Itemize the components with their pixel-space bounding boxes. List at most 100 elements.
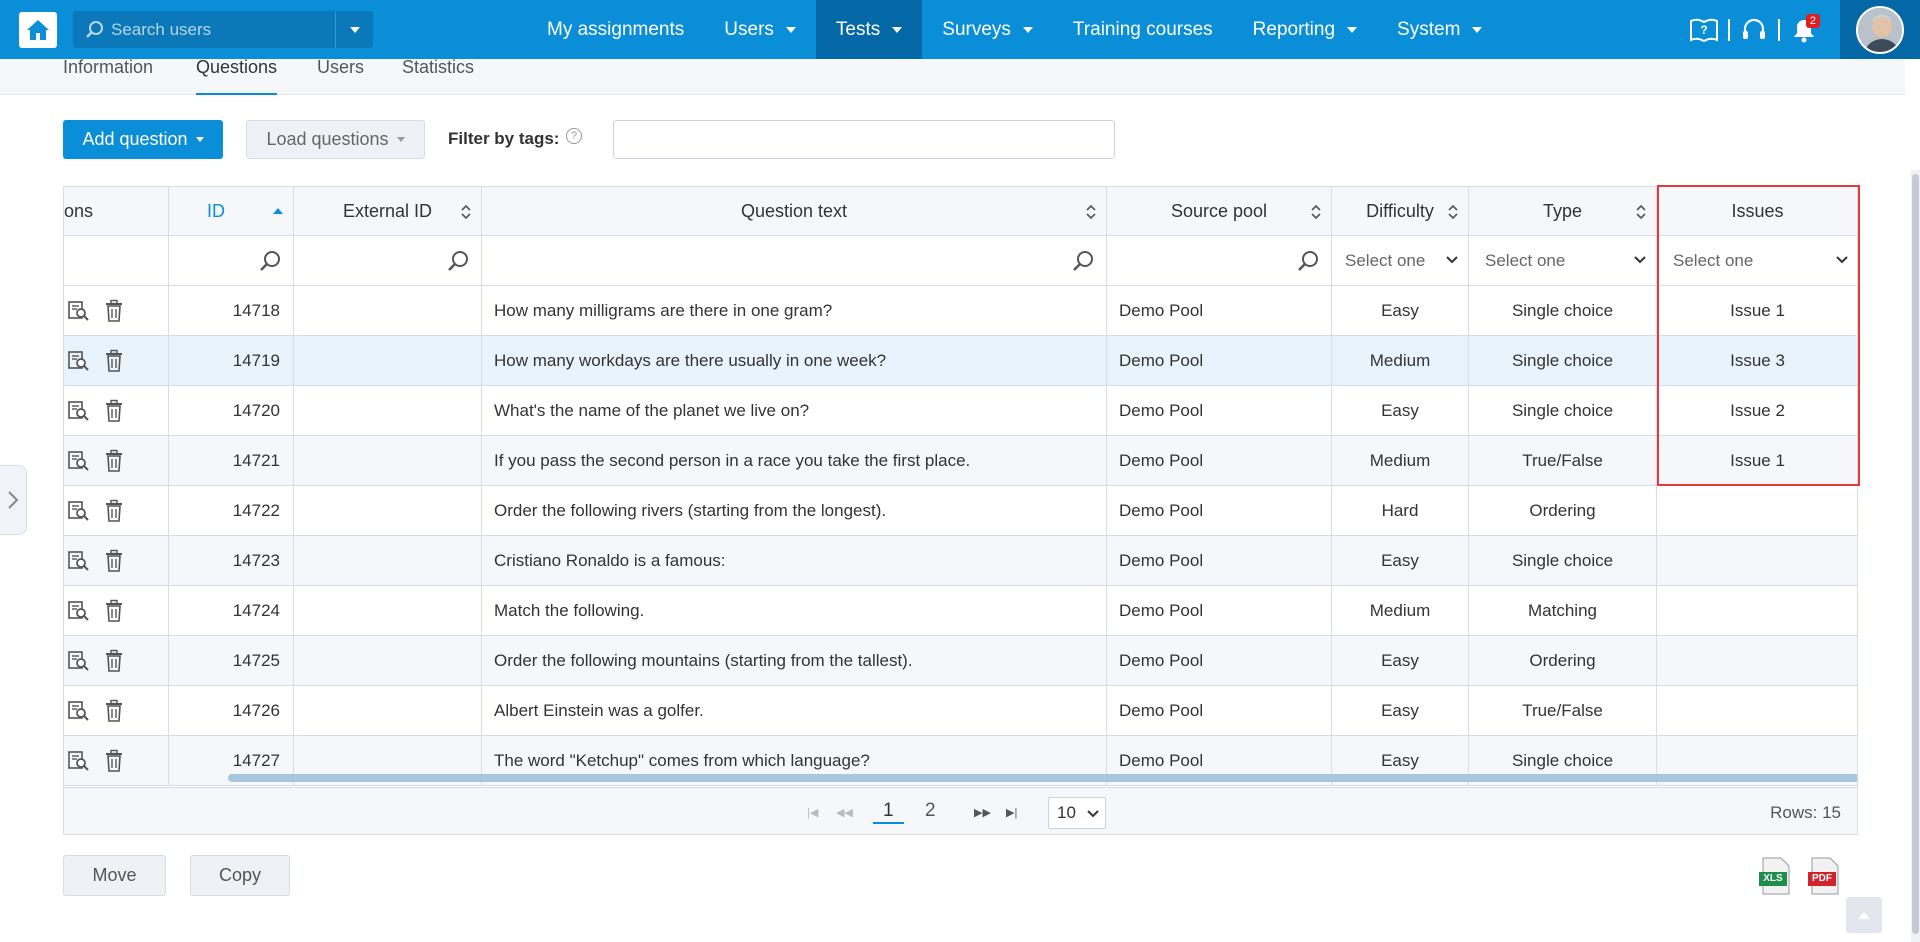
help-manual-button[interactable]: ? — [1686, 12, 1722, 48]
divider — [1728, 18, 1730, 41]
column-header-id[interactable]: ID — [169, 187, 294, 236]
column-header-question-text[interactable]: Question text — [482, 187, 1107, 236]
delete-icon[interactable] — [102, 299, 126, 323]
search-input[interactable] — [111, 19, 321, 40]
nav-item-my-assignments[interactable]: My assignments — [527, 0, 704, 59]
select-value: Select one — [1345, 251, 1426, 270]
profile-menu[interactable] — [1840, 0, 1920, 59]
delete-icon[interactable] — [102, 399, 126, 423]
cell-type: Single choice — [1469, 336, 1657, 386]
column-header-type[interactable]: Type — [1469, 187, 1657, 236]
copy-button[interactable]: Copy — [190, 855, 290, 896]
cell-source-pool: Demo Pool — [1107, 336, 1332, 386]
page-2[interactable]: 2 — [925, 800, 936, 822]
cell-id: 14725 — [169, 636, 294, 686]
nav-item-training-courses[interactable]: Training courses — [1053, 0, 1233, 59]
cell-external-id — [294, 336, 482, 386]
export-pdf-button[interactable]: PDF — [1806, 856, 1842, 896]
export-xls-button[interactable]: XLS — [1757, 856, 1793, 896]
preview-icon[interactable] — [66, 699, 90, 723]
column-header-source-pool[interactable]: Source pool — [1107, 187, 1332, 236]
page-size-select[interactable]: 10 — [1048, 797, 1106, 829]
sort-ascending-icon — [273, 208, 283, 214]
avatar — [1856, 5, 1904, 54]
nav-item-label: System — [1397, 18, 1461, 40]
home-button[interactable] — [19, 12, 57, 48]
tab-statistics[interactable]: Statistics — [402, 58, 474, 95]
table-row[interactable]: 14720 What's the name of the planet we li… — [64, 386, 1857, 436]
preview-icon[interactable] — [66, 299, 90, 323]
tags-filter-input[interactable] — [613, 120, 1115, 159]
table-row[interactable]: 14722 Order the following rivers (startin… — [64, 486, 1857, 536]
horizontal-scrollbar[interactable] — [228, 774, 1857, 782]
questions-table: ons ID External ID Question text Source … — [63, 186, 1858, 835]
nav-item-surveys[interactable]: Surveys — [922, 0, 1053, 59]
next-page-icon[interactable]: ▶▶ — [974, 806, 991, 819]
move-button[interactable]: Move — [63, 855, 166, 896]
support-button[interactable] — [1736, 12, 1772, 48]
tab-questions[interactable]: Questions — [196, 58, 278, 95]
filter-id[interactable] — [169, 236, 294, 286]
delete-icon[interactable] — [102, 699, 126, 723]
load-questions-button[interactable]: Load questions — [246, 120, 425, 159]
column-header-external-id[interactable]: External ID — [294, 187, 482, 236]
delete-icon[interactable] — [102, 449, 126, 473]
column-header-difficulty[interactable]: Difficulty — [1332, 187, 1469, 236]
nav-item-tests[interactable]: Tests — [815, 0, 923, 59]
preview-icon[interactable] — [66, 749, 90, 773]
filter-by-tags-label: Filter by tags: — [448, 129, 560, 148]
preview-icon[interactable] — [66, 399, 90, 423]
table-row[interactable]: 14723 Cristiano Ronaldo is a famous: Demo … — [64, 536, 1857, 586]
first-page-icon[interactable]: |◀ — [807, 806, 818, 819]
preview-icon[interactable] — [66, 599, 90, 623]
cell-difficulty: Easy — [1332, 536, 1469, 586]
delete-icon[interactable] — [102, 749, 126, 773]
search-dropdown-button[interactable] — [335, 11, 373, 48]
delete-icon[interactable] — [102, 349, 126, 373]
previous-page-icon[interactable]: ◀◀ — [836, 806, 853, 819]
filter-external-id[interactable] — [294, 236, 482, 286]
scroll-to-top-button[interactable] — [1846, 897, 1882, 933]
table-row[interactable]: 14725 Order the following mountains (star… — [64, 636, 1857, 686]
help-icon[interactable]: ? — [566, 128, 582, 144]
nav-item-system[interactable]: System — [1377, 0, 1502, 59]
table-row[interactable]: 14718 How many milligrams are there in on… — [64, 286, 1857, 336]
preview-icon[interactable] — [66, 549, 90, 573]
last-page-icon[interactable]: ▶| — [1006, 806, 1017, 819]
cell-issues — [1657, 686, 1857, 736]
table-row[interactable]: 14719 How many workdays are there usually… — [64, 336, 1857, 386]
page-scrollbar[interactable] — [1911, 170, 1920, 942]
cell-type: Single choice — [1469, 386, 1657, 436]
preview-icon[interactable] — [66, 649, 90, 673]
cell-question-text: How many milligrams are there in one gra… — [482, 286, 1107, 336]
nav-item-users[interactable]: Users — [704, 0, 816, 59]
table-row[interactable]: 14721 If you pass the second person in a … — [64, 436, 1857, 486]
delete-icon[interactable] — [102, 649, 126, 673]
delete-icon[interactable] — [102, 549, 126, 573]
cell-source-pool: Demo Pool — [1107, 636, 1332, 686]
sidebar-toggle[interactable] — [0, 465, 27, 535]
filter-difficulty-select[interactable]: Select one — [1332, 236, 1469, 286]
tab-users[interactable]: Users — [317, 58, 364, 95]
nav-item-reporting[interactable]: Reporting — [1233, 0, 1377, 59]
preview-icon[interactable] — [66, 349, 90, 373]
preview-icon[interactable] — [66, 449, 90, 473]
cell-issues — [1657, 636, 1857, 686]
sort-icon — [1448, 204, 1458, 220]
table-row[interactable]: 14726 Albert Einstein was a golfer. Demo P… — [64, 686, 1857, 736]
table-row[interactable]: 14724 Match the following. Demo Pool Medium… — [64, 586, 1857, 636]
delete-icon[interactable] — [102, 499, 126, 523]
filter-source-pool[interactable] — [1107, 236, 1332, 286]
preview-icon[interactable] — [66, 499, 90, 523]
filter-type-select[interactable]: Select one — [1469, 236, 1657, 286]
notifications-button[interactable]: 2 — [1786, 12, 1822, 48]
delete-icon[interactable] — [102, 599, 126, 623]
page-1[interactable]: 1 — [873, 800, 904, 824]
xls-label: XLS — [1763, 873, 1783, 884]
filter-question-text[interactable] — [482, 236, 1107, 286]
cell-id: 14720 — [169, 386, 294, 436]
tab-information[interactable]: Information — [63, 58, 153, 95]
filter-issues-select[interactable]: Select one — [1657, 236, 1857, 286]
cell-actions — [64, 386, 169, 436]
add-question-button[interactable]: Add question — [63, 120, 223, 159]
